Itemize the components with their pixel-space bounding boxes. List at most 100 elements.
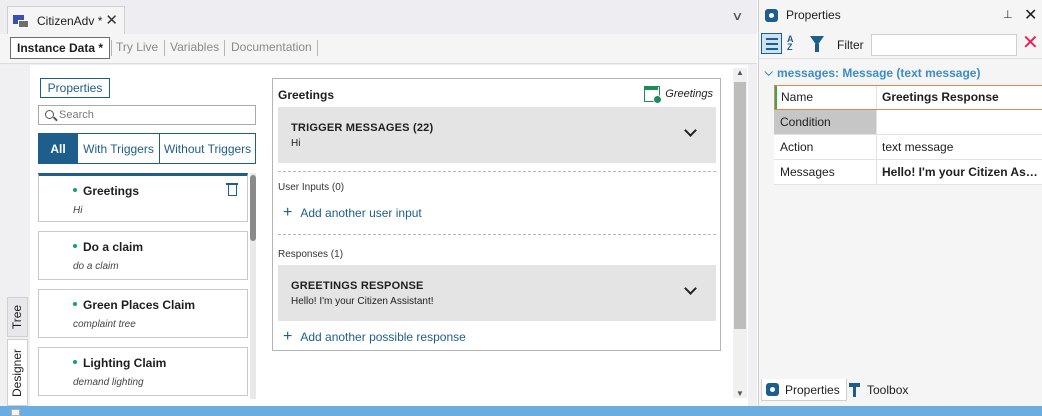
- tab-properties[interactable]: Properties: [761, 379, 847, 401]
- instance-tag: Greetings: [644, 86, 713, 104]
- trigger-messages-accordion[interactable]: TRIGGER MESSAGES (22) Hi: [278, 107, 716, 163]
- plus-icon: +: [283, 328, 293, 345]
- document-tabstrip: CitizenAdv * ✕ ∨: [0, 0, 757, 34]
- list-item-subtitle: complaint tree: [73, 319, 136, 330]
- list-item[interactable]: Green Places Claim complaint tree: [38, 289, 248, 338]
- property-row-action[interactable]: Action text message: [774, 135, 1042, 160]
- status-dot: [73, 302, 77, 306]
- list-item[interactable]: Greetings Hi: [38, 173, 248, 222]
- status-dot: [73, 244, 77, 248]
- status-indicator-icon: [11, 409, 20, 416]
- search-box[interactable]: [38, 105, 256, 125]
- tab-tree-label: Tree: [10, 304, 25, 330]
- properties-pane: Properties ⊥ ✕ AZ Filter ✕ messages: Mes…: [758, 0, 1042, 416]
- plus-icon: +: [283, 204, 293, 221]
- canvas-scrollbar[interactable]: ▲ ▼: [733, 68, 747, 398]
- scrollbar-thumb[interactable]: [250, 175, 256, 241]
- divider: [317, 40, 318, 56]
- property-row-name[interactable]: Name Greetings Response: [774, 85, 1042, 110]
- categorized-icon[interactable]: [761, 33, 782, 54]
- add-response-link[interactable]: + Add another possible response: [283, 328, 466, 345]
- trash-icon[interactable]: [226, 183, 238, 196]
- tab-designer[interactable]: Designer: [7, 339, 28, 406]
- tab-variables[interactable]: Variables: [170, 37, 219, 59]
- document-tab[interactable]: CitizenAdv * ✕: [7, 6, 125, 34]
- gear-icon: [766, 383, 779, 396]
- divider: [278, 234, 716, 235]
- close-icon[interactable]: ✕: [1024, 5, 1037, 25]
- side-tabs: Tree Designer: [7, 297, 28, 406]
- filter-with-triggers-button[interactable]: With Triggers: [77, 134, 159, 163]
- status-dot: [73, 188, 77, 192]
- property-row-messages[interactable]: Messages Hello! I'm your Citizen Assista…: [774, 160, 1042, 185]
- status-dot: [73, 360, 77, 364]
- filter-icon[interactable]: [810, 36, 824, 52]
- accordion-subtitle: Hello! I'm your Citizen Assistant!: [291, 296, 434, 307]
- app-icon: [13, 13, 30, 29]
- tab-tree[interactable]: Tree: [7, 297, 28, 337]
- property-value[interactable]: [877, 110, 1042, 134]
- list-item-title: Green Places Claim: [83, 298, 196, 312]
- tab-toolbox-label: Toolbox: [867, 383, 909, 397]
- properties-title: Properties: [786, 8, 841, 22]
- chevron-down-icon[interactable]: ∨: [731, 9, 743, 23]
- trigger-filter-group: All With Triggers Without Triggers: [38, 133, 256, 164]
- properties-titlebar: Properties ⊥ ✕: [759, 0, 1042, 31]
- list-scrollbar[interactable]: [250, 173, 256, 399]
- chevron-down-icon[interactable]: [684, 282, 697, 295]
- search-icon: [45, 110, 54, 119]
- tab-documentation[interactable]: Documentation: [231, 37, 312, 59]
- list-item-title: Do a claim: [83, 240, 144, 254]
- close-icon[interactable]: ✕: [105, 11, 118, 29]
- subtab-bar: Instance Data * Try Live Variables Docum…: [0, 34, 757, 64]
- detail-title: Greetings: [278, 88, 335, 102]
- property-group-label: messages: Message (text message): [777, 66, 981, 80]
- property-key: Condition: [774, 110, 877, 134]
- conversation-icon: [644, 86, 663, 104]
- clear-filter-icon[interactable]: ✕: [1022, 33, 1039, 53]
- accordion-title: GREETINGS RESPONSE: [291, 280, 424, 292]
- list-item-title: Greetings: [83, 184, 140, 198]
- list-item[interactable]: Do a claim do a claim: [38, 231, 248, 280]
- add-user-input-link[interactable]: + Add another user input: [283, 204, 422, 221]
- property-value[interactable]: Greetings Response: [877, 85, 1042, 109]
- property-group-header[interactable]: messages: Message (text message): [764, 66, 981, 80]
- chevron-down-icon[interactable]: [764, 67, 773, 77]
- divider: [164, 40, 165, 56]
- tab-instance-data[interactable]: Instance Data *: [10, 37, 111, 59]
- add-response-label: Add another possible response: [300, 330, 466, 344]
- property-key: Name: [774, 85, 877, 109]
- property-value[interactable]: text message: [877, 135, 1042, 159]
- sort-alphabetical-icon[interactable]: AZ: [787, 35, 794, 52]
- scroll-up-icon[interactable]: ▲: [736, 68, 744, 77]
- document-area: CitizenAdv * ✕ ∨ Instance Data * Try Liv…: [0, 0, 757, 416]
- response-accordion[interactable]: GREETINGS RESPONSE Hello! I'm your Citiz…: [278, 265, 716, 321]
- add-user-input-label: Add another user input: [300, 206, 422, 220]
- filter-label: Filter: [837, 38, 864, 52]
- tab-properties-label: Properties: [785, 382, 840, 397]
- document-tab-title: CitizenAdv *: [37, 13, 103, 28]
- divider: [224, 40, 225, 56]
- property-grid: Name Greetings Response Condition Action…: [774, 85, 1042, 185]
- scrollbar-thumb[interactable]: [734, 82, 746, 329]
- list-item-subtitle: do a claim: [73, 261, 119, 272]
- property-value[interactable]: Hello! I'm your Citizen Assistant!: [877, 160, 1042, 184]
- filter-without-triggers-button[interactable]: Without Triggers: [159, 134, 255, 163]
- list-item[interactable]: Lighting Claim demand lighting: [38, 347, 248, 396]
- property-key: Messages: [774, 160, 877, 184]
- pin-icon[interactable]: ⊥: [1003, 8, 1013, 21]
- divider: [111, 40, 112, 56]
- status-bar: [0, 406, 1042, 416]
- tab-toolbox[interactable]: Toolbox: [845, 379, 914, 401]
- filter-input[interactable]: [871, 34, 1017, 56]
- responses-label: Responses (1): [278, 249, 344, 260]
- search-input[interactable]: [59, 107, 249, 123]
- properties-button[interactable]: Properties: [40, 78, 110, 98]
- tab-try-live[interactable]: Try Live: [116, 37, 158, 59]
- detail-panel: Greetings Greetings TRIGGER MESSAGES (22…: [272, 78, 721, 351]
- scroll-down-icon[interactable]: ▼: [736, 389, 744, 398]
- properties-bottom-tabs: Properties Toolbox: [759, 379, 1042, 402]
- property-row-condition[interactable]: Condition: [774, 110, 1042, 135]
- filter-all-button[interactable]: All: [39, 134, 77, 163]
- chevron-down-icon[interactable]: [684, 124, 697, 137]
